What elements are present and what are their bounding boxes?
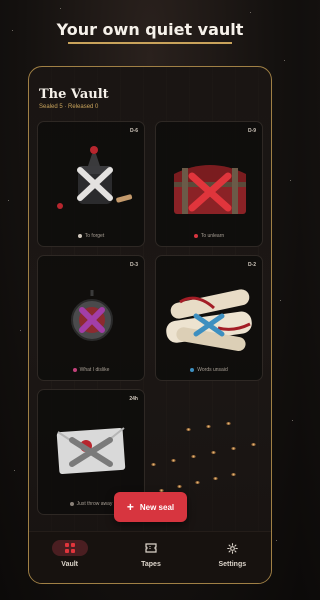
card-countdown: 24h bbox=[129, 396, 138, 402]
nav-item-tapes[interactable]: Tapes bbox=[121, 540, 181, 568]
gear-icon bbox=[214, 540, 250, 556]
vault-card[interactable]: D-2 Words unsaid bbox=[155, 255, 263, 381]
vault-counts: Sealed 5 · Released 0 bbox=[39, 104, 99, 110]
sealed-envelope-icon bbox=[56, 427, 126, 475]
card-caption: What I dislike bbox=[38, 367, 144, 373]
card-countdown: D-2 bbox=[247, 262, 256, 268]
phone-frame: The Vault Sealed 5 · Released 0 D-6 To f… bbox=[28, 66, 272, 584]
headline-underline bbox=[68, 42, 232, 44]
scrolls-icon bbox=[166, 289, 252, 352]
category-dot bbox=[69, 501, 74, 506]
new-seal-label: New seal bbox=[139, 502, 175, 512]
nav-label-settings: Settings bbox=[218, 561, 247, 568]
card-countdown: D-6 bbox=[129, 128, 138, 134]
plus-icon: + bbox=[126, 500, 134, 514]
category-dot bbox=[193, 233, 198, 238]
vault-title: The Vault bbox=[39, 87, 109, 102]
card-countdown: D-9 bbox=[247, 128, 256, 134]
category-dot bbox=[190, 367, 195, 372]
bottom-nav: Vault Tapes Settings bbox=[29, 531, 271, 583]
vault-card[interactable]: D-3 What I dislike bbox=[37, 255, 145, 381]
nav-item-settings[interactable]: Settings bbox=[202, 540, 262, 568]
headline: Your own quiet vault bbox=[56, 20, 244, 39]
medallion-icon bbox=[71, 290, 113, 341]
nav-item-vault[interactable]: Vault bbox=[40, 540, 100, 568]
vault-card[interactable]: D-6 To forget bbox=[37, 121, 145, 247]
category-dot bbox=[72, 367, 77, 372]
nav-label-tapes: Tapes bbox=[141, 561, 161, 568]
grid-icon bbox=[51, 540, 88, 556]
card-caption: Words unsaid bbox=[156, 367, 262, 373]
card-countdown: D-3 bbox=[129, 262, 138, 268]
new-seal-button[interactable]: + New seal bbox=[114, 492, 187, 522]
tied-sack-icon bbox=[57, 146, 133, 209]
nav-label-vault: Vault bbox=[61, 561, 79, 568]
ticket-icon bbox=[133, 540, 169, 556]
card-caption: To forget bbox=[38, 233, 144, 239]
treasure-chest-icon bbox=[174, 165, 246, 214]
card-caption: To unlearn bbox=[156, 233, 262, 239]
vault-card[interactable]: D-9 To unlearn bbox=[155, 121, 263, 247]
category-dot bbox=[77, 233, 82, 238]
